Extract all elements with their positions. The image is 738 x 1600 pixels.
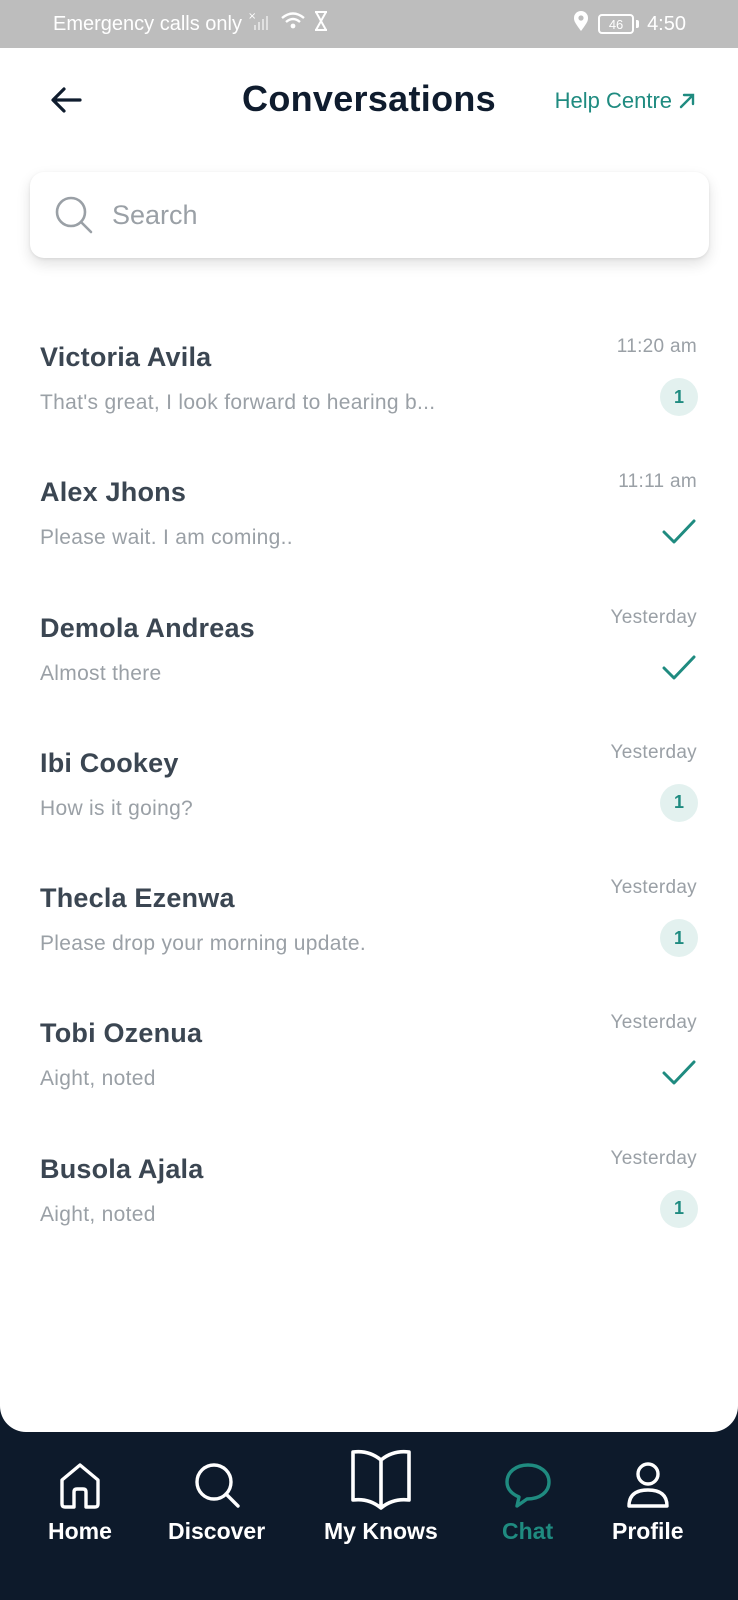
check-icon — [662, 519, 696, 544]
location-icon — [572, 10, 590, 38]
check-icon — [662, 1060, 696, 1085]
message-preview: That's great, I look forward to hearing … — [40, 391, 436, 414]
contact-name: Alex Jhons — [40, 477, 187, 508]
message-time: 11:20 am — [616, 336, 697, 357]
search-icon — [194, 1463, 240, 1508]
contact-name: Ibi Cookey — [40, 747, 179, 778]
unread-badge: 1 — [660, 1189, 698, 1228]
search-icon — [55, 196, 93, 234]
nav-home-label: Home — [48, 1518, 112, 1544]
no-signal-icon: × — [248, 10, 274, 38]
message-time: Yesterday — [610, 606, 697, 628]
unread-badge: 1 — [660, 783, 698, 822]
app-screen: Emergency calls only × 46 4:50 Conversat… — [0, 0, 738, 1600]
unread-badge: 1 — [660, 919, 698, 958]
arrow-up-right-icon — [679, 93, 695, 109]
book-open-icon — [351, 1449, 411, 1510]
battery-tip — [636, 20, 640, 28]
nav-my-knows-label: My Knows — [324, 1518, 438, 1544]
nav-home[interactable]: Home — [48, 1460, 112, 1545]
contact-name: Victoria Avila — [40, 342, 212, 372]
unread-badge: 1 — [660, 378, 698, 416]
message-time: Yesterday — [610, 1147, 697, 1169]
message-time: Yesterday — [610, 741, 697, 763]
status-bar: Emergency calls only × 46 4:50 — [0, 0, 738, 48]
main-content: Conversations Help Centre Victoria Avila… — [0, 48, 738, 1432]
message-preview: Please drop your morning update. — [40, 932, 366, 956]
check-icon — [662, 655, 696, 680]
bottom-nav: Home Discover My Knows Chat Profile — [0, 1432, 738, 1600]
user-icon — [627, 1462, 669, 1508]
conversation-row[interactable]: Demola Andreas Almost there Yesterday — [0, 587, 738, 722]
nav-chat[interactable]: Chat — [502, 1460, 553, 1545]
contact-name: Thecla Ezenwa — [40, 883, 235, 914]
hourglass-icon — [312, 10, 330, 38]
contact-name: Tobi Ozenua — [40, 1018, 203, 1049]
conversation-row[interactable]: Ibi Cookey How is it going? Yesterday 1 — [0, 722, 738, 857]
help-centre-link[interactable]: Help Centre — [555, 88, 696, 114]
conversation-list: Victoria Avila That's great, I look forw… — [0, 316, 738, 1263]
nav-profile[interactable]: Profile — [612, 1460, 684, 1545]
clock-time: 4:50 — [647, 12, 686, 35]
search-bar[interactable] — [30, 172, 709, 258]
wifi-icon — [280, 10, 306, 38]
message-preview: Almost there — [40, 661, 162, 685]
nav-profile-label: Profile — [612, 1518, 684, 1544]
message-preview: How is it going? — [40, 796, 194, 820]
contact-name: Busola Ajala — [40, 1153, 204, 1184]
nav-chat-label: Chat — [502, 1518, 554, 1544]
carrier-text: Emergency calls only — [53, 12, 242, 35]
message-preview: Aight, noted — [40, 1202, 156, 1226]
conversation-row[interactable]: Tobi Ozenua Aight, noted Yesterday — [0, 992, 738, 1127]
message-time: Yesterday — [610, 1012, 697, 1034]
header: Conversations Help Centre — [0, 48, 738, 156]
battery-icon: 46 — [598, 14, 635, 34]
help-centre-label: Help Centre — [554, 88, 672, 113]
message-time: 11:11 am — [618, 471, 697, 493]
conversation-row[interactable]: Thecla Ezenwa Please drop your morning u… — [0, 857, 738, 992]
svg-text:×: × — [248, 11, 256, 22]
home-icon — [60, 1463, 100, 1509]
conversation-row[interactable]: Victoria Avila That's great, I look forw… — [0, 316, 738, 451]
nav-discover[interactable]: Discover — [168, 1460, 265, 1545]
chat-bubble-icon — [504, 1463, 551, 1508]
message-preview: Please wait. I am coming.. — [40, 526, 293, 550]
search-input[interactable] — [112, 199, 672, 231]
status-right: 46 4:50 — [572, 10, 686, 38]
contact-name: Demola Andreas — [40, 612, 255, 643]
message-time: Yesterday — [610, 877, 697, 899]
conversation-row[interactable]: Busola Ajala Aight, noted Yesterday 1 — [0, 1128, 738, 1263]
status-left: Emergency calls only × — [53, 10, 330, 38]
conversation-row[interactable]: Alex Jhons Please wait. I am coming.. 11… — [0, 451, 738, 586]
nav-my-knows[interactable]: My Knows — [324, 1446, 438, 1545]
nav-discover-label: Discover — [168, 1518, 266, 1544]
message-preview: Aight, noted — [40, 1067, 156, 1091]
